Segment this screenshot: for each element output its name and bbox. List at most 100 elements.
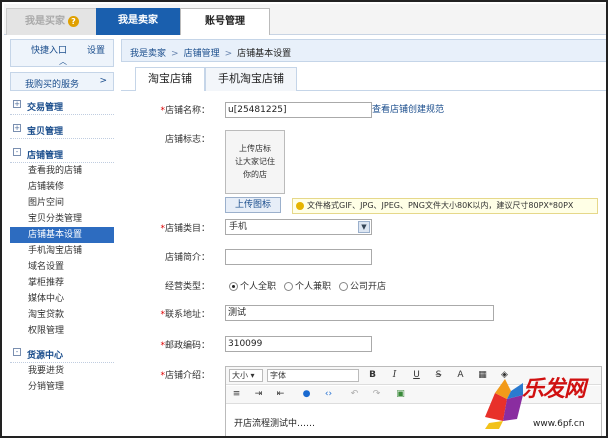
sidebar-item-view-shop[interactable]: 查看我的店铺: [10, 163, 114, 179]
sidebar-item-purchase[interactable]: 我要进货: [10, 363, 114, 379]
watermark-text: 乐发网: [522, 376, 586, 402]
logo-placeholder-line: 上传店标: [239, 144, 271, 153]
radio-button[interactable]: [284, 282, 293, 291]
biz-type-label: 经营类型：: [164, 282, 210, 292]
intro-input[interactable]: [225, 249, 372, 265]
breadcrumb-bar: 我是卖家 > 店铺管理 > 店铺基本设置: [121, 39, 606, 62]
quick-entry-title: 快捷入口: [31, 46, 68, 56]
breadcrumb-current: 店铺基本设置: [237, 49, 292, 59]
sidebar-item-image-space[interactable]: 图片空间: [10, 195, 114, 211]
outdent-icon[interactable]: ⇤: [274, 388, 287, 401]
bold-icon[interactable]: B: [366, 369, 379, 382]
tab-seller[interactable]: 我是卖家: [96, 8, 180, 35]
my-services-link[interactable]: 我购买的服务 >: [10, 72, 114, 91]
font-family-select[interactable]: 字体: [267, 369, 359, 382]
italic-icon[interactable]: I: [388, 369, 401, 382]
radio-parttime[interactable]: 个人兼职: [284, 279, 331, 292]
sidebar-item-recommend[interactable]: 掌柜推荐: [10, 275, 114, 291]
radio-button-checked[interactable]: [229, 282, 238, 291]
expand-icon[interactable]: +: [13, 100, 21, 108]
address-input[interactable]: 测试: [225, 305, 494, 321]
sidebar-item-loan[interactable]: 淘宝贷款: [10, 307, 114, 323]
zip-label: *邮政编码：: [160, 338, 210, 351]
collapse-icon[interactable]: -: [13, 148, 21, 156]
watermark-logo: 乐发网 www.6pf.cn: [477, 367, 606, 435]
chevron-right-icon: >: [99, 76, 107, 86]
breadcrumb-root[interactable]: 我是卖家: [130, 49, 166, 59]
quick-entry-settings-link[interactable]: 设置: [87, 43, 105, 56]
sidebar-section-supply[interactable]: - 货源中心: [10, 343, 114, 363]
sidebar-item-basic-settings[interactable]: 店铺基本设置: [10, 227, 114, 243]
source-code-icon[interactable]: ‹›: [322, 388, 335, 401]
bulb-icon: [296, 202, 304, 210]
upload-logo-button[interactable]: 上传图标: [225, 197, 281, 213]
editor-content[interactable]: 开店流程测试中……: [234, 416, 315, 429]
font-size-select[interactable]: 大小 ▾: [229, 369, 263, 382]
app-window: 我是买家? 我是卖家 账号管理 快捷入口 设置 ︿ 我购买的服务 > + 交易管…: [0, 0, 608, 438]
sidebar-section-title: 宝贝管理: [27, 127, 64, 137]
chevron-down-icon[interactable]: ▼: [358, 221, 370, 233]
underline-icon[interactable]: U: [410, 369, 423, 382]
zip-input[interactable]: 310099: [225, 336, 372, 352]
radio-button[interactable]: [339, 282, 348, 291]
breadcrumb: 我是卖家 > 店铺管理 > 店铺基本设置: [130, 46, 291, 59]
tab-account[interactable]: 账号管理: [180, 8, 270, 35]
page-tabs: 淘宝店铺 手机淘宝店铺: [121, 67, 606, 91]
sidebar-section-shop[interactable]: - 店铺管理: [10, 143, 114, 163]
font-family-select-value: 字体: [270, 371, 286, 380]
quick-entry-panel: 快捷入口 设置 ︿: [10, 39, 114, 67]
category-select[interactable]: 手机 ▼: [225, 219, 372, 235]
sidebar-item-domain[interactable]: 域名设置: [10, 259, 114, 275]
image-icon[interactable]: ▣: [394, 388, 407, 401]
breadcrumb-separator: >: [224, 49, 233, 59]
sidebar-item-decoration[interactable]: 店铺装修: [10, 179, 114, 195]
text-color-icon[interactable]: A: [454, 369, 467, 382]
address-label: *联系地址：: [160, 307, 210, 320]
shop-rules-link[interactable]: 查看店铺创建规范: [372, 102, 444, 115]
shop-name-label-text: 店铺名称：: [164, 106, 210, 116]
undo-icon[interactable]: ↶: [348, 388, 361, 401]
my-services-label: 我购买的服务: [25, 80, 80, 90]
expand-icon[interactable]: +: [13, 124, 21, 132]
sidebar-item-permissions[interactable]: 权限管理: [10, 323, 114, 339]
logo-placeholder-line: 让大家记住: [235, 157, 275, 166]
upload-tip-text: 文件格式GIF、JPG、JPEG、PNG文件大小80K以内，建议尺寸80PX*8…: [307, 201, 574, 210]
tab-buyer[interactable]: 我是买家?: [6, 8, 98, 35]
tab-buyer-label: 我是买家: [25, 16, 65, 27]
logo-placeholder-line: 你的店: [243, 170, 267, 179]
sidebar-item-mobile-shop[interactable]: 手机淘宝店铺: [10, 243, 114, 259]
sidebar-section-trade[interactable]: + 交易管理: [10, 95, 114, 115]
sidebar-section-items[interactable]: + 宝贝管理: [10, 119, 114, 139]
tab-taobao-shop[interactable]: 淘宝店铺: [135, 67, 205, 91]
sidebar-section-title: 货源中心: [27, 351, 64, 361]
category-label: *店铺类目：: [160, 221, 210, 234]
sidebar-item-category-manage[interactable]: 宝贝分类管理: [10, 211, 114, 227]
indent-icon[interactable]: ⇥: [252, 388, 265, 401]
shop-desc-label: *店铺介绍：: [160, 368, 210, 381]
shop-desc-label-text: 店铺介绍：: [164, 371, 210, 381]
chevron-up-icon[interactable]: ︿: [59, 56, 67, 67]
help-icon[interactable]: ?: [68, 15, 79, 27]
sidebar-section-title: 交易管理: [27, 103, 64, 113]
sidebar-item-distribution[interactable]: 分销管理: [10, 379, 114, 395]
sidebar: 快捷入口 设置 ︿ 我购买的服务 > + 交易管理 + 宝贝管理 - 店铺管理 …: [10, 39, 114, 434]
category-select-value: 手机: [229, 222, 248, 232]
watermark-url: www.6pf.cn: [533, 419, 585, 429]
strikethrough-icon[interactable]: S̶: [432, 369, 445, 382]
radio-label: 个人全职: [240, 282, 277, 292]
sidebar-section-title: 店铺管理: [27, 151, 64, 161]
category-label-text: 店铺类目：: [164, 224, 210, 234]
breadcrumb-separator: >: [171, 49, 179, 59]
collapse-icon[interactable]: -: [13, 348, 21, 356]
breadcrumb-parent[interactable]: 店铺管理: [184, 49, 220, 59]
radio-company[interactable]: 公司开店: [339, 279, 386, 292]
ordered-list-icon[interactable]: ≡: [230, 388, 243, 401]
tab-seller-label: 我是卖家: [118, 15, 158, 26]
radio-fulltime[interactable]: 个人全职: [229, 279, 276, 292]
radio-label: 公司开店: [350, 282, 387, 292]
shop-name-input[interactable]: u[25481225]: [225, 102, 372, 118]
tab-mobile-shop[interactable]: 手机淘宝店铺: [205, 67, 297, 91]
link-icon[interactable]: ●: [300, 388, 313, 401]
sidebar-item-media[interactable]: 媒体中心: [10, 291, 114, 307]
redo-icon[interactable]: ↷: [370, 388, 383, 401]
